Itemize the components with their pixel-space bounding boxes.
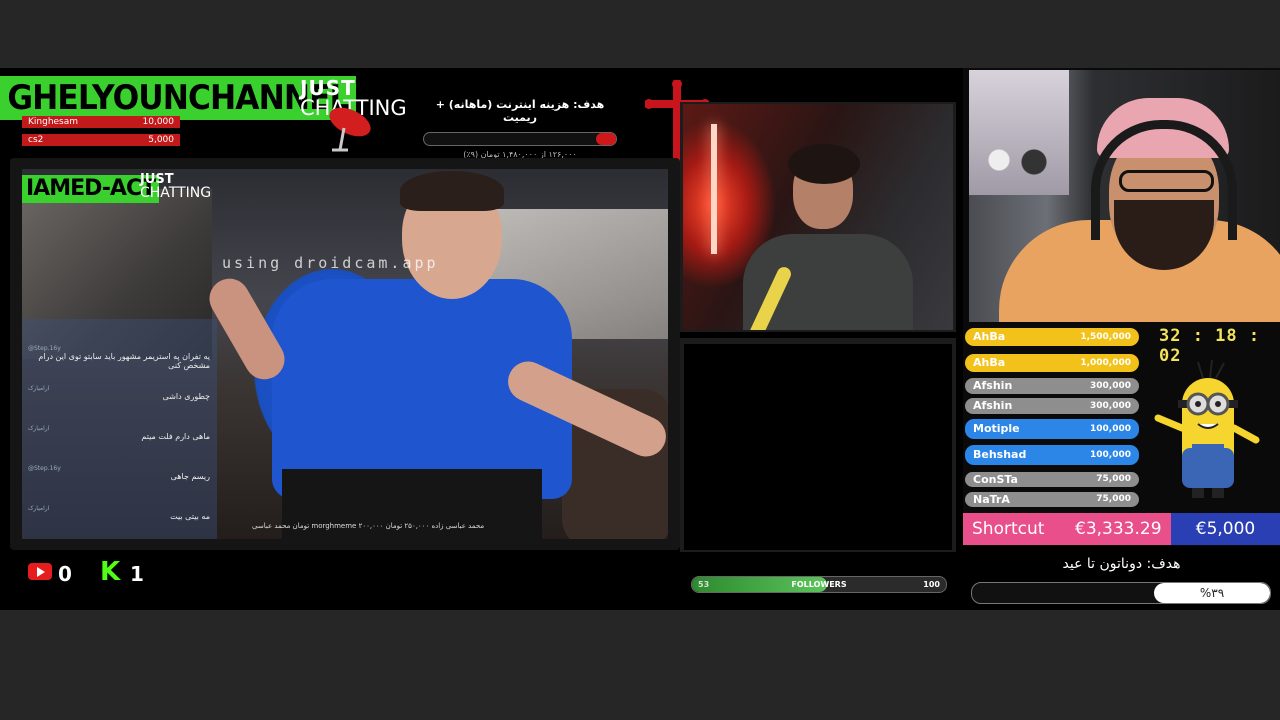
internet-goal-bar <box>423 132 617 146</box>
guest-webcam[interactable] <box>683 104 953 330</box>
person-hair <box>400 171 504 211</box>
inner-donation-caption: محمد عباسی زاده ۲۵۰,۰۰۰ تومان morghmeme … <box>252 522 485 530</box>
donathon-goal-percent: %۳۹ <box>1199 586 1225 600</box>
led-light <box>711 124 717 254</box>
chat-username: ارامیارک <box>28 385 50 392</box>
inner-category-line2: CHATTING <box>140 185 212 201</box>
chat-message: @Step.16y ریسم جاهی <box>28 465 210 481</box>
internet-goal: هدف: هزینه اینترنت (ماهانه) + ریمیت ۱۲۶,… <box>420 98 620 159</box>
youtube-viewer-count: 0 <box>58 562 72 586</box>
chat-message: @Step.16y یه تفران په استریمر مشهور باید… <box>28 345 210 370</box>
top-donor-amount: 5,000 <box>148 135 174 145</box>
supporter-name: NaTrA <box>973 493 1010 506</box>
top-donor-name: cs2 <box>28 135 44 145</box>
supporter-name: AhBa <box>973 330 1006 343</box>
supporter-row: AhBa 1,500,000 <box>965 328 1139 346</box>
chat-message: ارامیارک ماهی دارم فلت میتم <box>28 425 210 441</box>
kick-viewer-count: 1 <box>130 562 144 586</box>
supporter-row: Behshad 100,000 <box>965 445 1139 465</box>
supporter-name: Behshad <box>973 448 1027 461</box>
supporter-amount: 300,000 <box>1090 401 1131 411</box>
followers-goal-bar: FOLLOWERS 53 100 <box>691 576 947 593</box>
supporter-amount: 100,000 <box>1090 450 1131 460</box>
top-donor-row: cs2 5,000 <box>22 134 180 146</box>
chat-text: یه تفران په استریمر مشهور باید سابتو توی… <box>38 352 210 370</box>
chat-username: ارامیارک <box>28 505 50 512</box>
supporter-name: AhBa <box>973 356 1006 369</box>
top-donor-name: Kinghesam <box>28 117 79 127</box>
supporter-row: Afshin 300,000 <box>965 398 1139 414</box>
chat-message: ارامیارک مه بیتی بیت <box>28 505 210 521</box>
shortcut-target: €5,000 <box>1171 513 1280 545</box>
droidcam-watermark: using droidcam.app <box>222 254 439 272</box>
inner-channel-name: IAMED-ACT <box>22 175 160 203</box>
supporter-row: NaTrA 75,000 <box>965 492 1139 507</box>
chat-text: مه بیتی بیت <box>170 512 210 521</box>
right-sidebar: AhBa 1,500,000 AhBa 1,000,000 Afshin 300,00… <box>963 68 1280 610</box>
supporter-amount: 1,000,000 <box>1080 358 1131 368</box>
chat-text: ماهی دارم فلت میتم <box>141 432 210 441</box>
supporter-name: Motiple <box>973 422 1020 435</box>
supporter-amount: 100,000 <box>1090 424 1131 434</box>
chat-username: @Step.16y <box>28 345 61 352</box>
donathon-goal-bar: %۳۹ <box>971 582 1271 604</box>
supporter-row: ConSTa 75,000 <box>965 472 1139 487</box>
inner-category-label: JUST CHATTING <box>140 173 211 200</box>
kick-icon: K <box>100 557 121 587</box>
shortcut-current: €3,333.29 <box>1075 519 1162 539</box>
followers-label: FOLLOWERS <box>791 580 847 589</box>
main-video[interactable]: using droidcam.app IAMED-ACT JUST CHATTI… <box>22 169 668 539</box>
supporter-row: Motiple 100,000 <box>965 419 1139 439</box>
chat-username: @Step.16y <box>28 465 61 472</box>
supporter-amount: 75,000 <box>1096 494 1131 504</box>
minion-mascot-icon <box>1154 359 1260 498</box>
youtube-icon <box>28 563 52 580</box>
supporter-row: AhBa 1,000,000 <box>965 354 1139 372</box>
inner-chat-overlay: @Step.16y یه تفران په استریمر مشهور باید… <box>22 319 217 539</box>
supporter-name: ConSTa <box>973 473 1018 486</box>
internet-goal-fill <box>596 133 616 145</box>
supporter-amount: 300,000 <box>1090 381 1131 391</box>
streamer-webcam[interactable] <box>969 70 1280 322</box>
donathon-goal-title: هدف: دوناتون تا عید <box>1062 556 1181 572</box>
followers-current: 53 <box>698 580 710 589</box>
supporter-name: Afshin <box>973 399 1013 412</box>
stream-stage: GHELYOUNCHANNEL JUST CHATTING Kinghesam … <box>0 68 963 610</box>
internet-goal-title: هدف: هزینه اینترنت (ماهانه) + ریمیت <box>435 98 605 124</box>
chat-message: ارامیارک چطوری داشی <box>28 385 210 401</box>
empty-video-slot <box>684 344 952 550</box>
donathon-goal: هدف: دوناتون تا عید %۳۹ <box>963 546 1280 610</box>
satellite-dish-icon <box>329 107 371 152</box>
category-line1: JUST <box>300 76 356 100</box>
chat-username: ارامیارک <box>28 425 50 432</box>
shortcut-goal: Shortcut €3,333.29 €5,000 <box>963 513 1280 545</box>
top-donor-amount: 10,000 <box>142 117 175 127</box>
followers-target: 100 <box>923 580 940 589</box>
supporter-amount: 75,000 <box>1096 474 1131 484</box>
collectible-figures <box>979 140 1059 190</box>
chat-text: ریسم جاهی <box>170 472 210 481</box>
top-donor-row: Kinghesam 10,000 <box>22 116 180 128</box>
chat-text: چطوری داشی <box>162 392 210 401</box>
guest-hair <box>788 144 860 184</box>
supporter-name: Afshin <box>973 379 1013 392</box>
supporter-row: Afshin 300,000 <box>965 378 1139 394</box>
supporter-amount: 1,500,000 <box>1080 332 1131 342</box>
